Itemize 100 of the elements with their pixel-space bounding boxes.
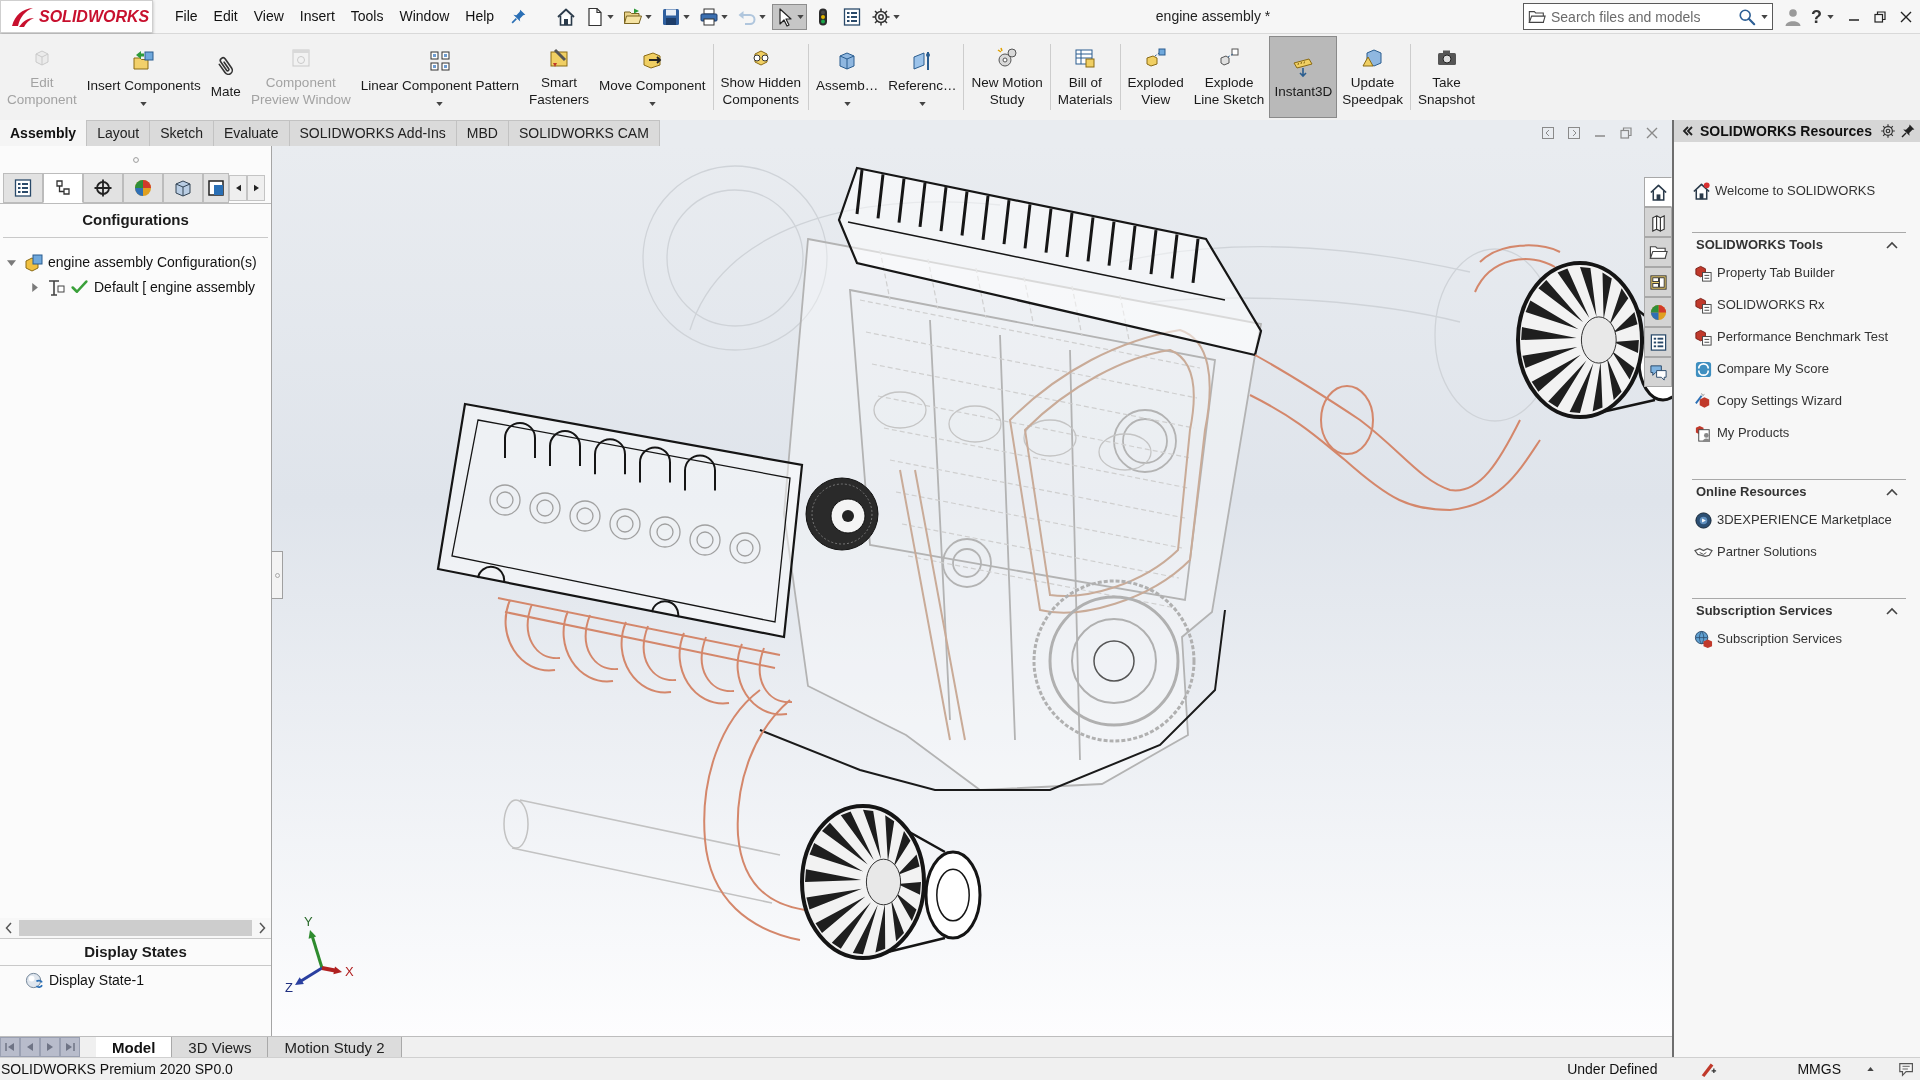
settings-icon [871,6,892,27]
scrollbar-thumb[interactable] [19,920,252,936]
panel-tab[interactable] [83,173,123,203]
bottom-tab[interactable]: 3D Views [172,1037,269,1057]
menu-item[interactable]: Help [457,3,503,30]
help-button[interactable]: ? [1811,7,1822,26]
tile-left-icon[interactable] [1542,127,1554,139]
list-icon [1648,332,1668,352]
resource-link[interactable]: SOLIDWORKS Rx [1717,295,1825,315]
caret-down-icon [645,14,653,19]
welcome-link[interactable]: Welcome to SOLIDWORKS [1715,181,1876,201]
toolbar-button[interactable]: Smart Fasteners [524,36,595,118]
resource-link[interactable]: My Products [1717,423,1790,443]
axis-label: X [345,964,354,979]
caret-up-icon[interactable] [1886,488,1898,496]
double-chevron-icon[interactable] [1682,125,1694,137]
toolbar-button[interactable]: Explode Line Sketch [1188,36,1270,118]
task-pane-tab[interactable] [1644,327,1672,357]
settings-icon[interactable] [1880,123,1896,139]
user-icon[interactable] [1783,6,1803,27]
toolbar-button[interactable]: Update Speedpak [1337,36,1408,118]
toolbar-button[interactable]: Take Snapshot [1413,36,1481,118]
task-pane-tab[interactable] [1644,267,1672,297]
menu-item[interactable]: View [245,3,292,30]
pin-icon[interactable] [1900,123,1916,139]
toolbar-button[interactable]: Insert Components [81,36,206,118]
caret-up-icon[interactable] [1886,607,1898,615]
ribbon-tab[interactable]: SOLIDWORKS Add-Ins [289,120,457,146]
tree-item[interactable]: Display State-1 [49,969,144,991]
configuration-icon [47,277,67,298]
gears-icon [995,46,1020,70]
caret-up-icon[interactable] [1886,241,1898,249]
toolbar-button[interactable]: Mate [205,36,246,118]
chat-icon[interactable] [1898,1060,1916,1078]
task-pane-tab[interactable] [1644,357,1672,387]
task-pane-tab[interactable] [1644,177,1672,207]
ribbon-tab[interactable]: Assembly [0,120,88,146]
tree-item[interactable]: Default [ engine assembly [94,277,256,298]
logo-badge[interactable]: SOLIDWORKS [0,0,153,33]
caret-down-icon[interactable] [7,258,16,267]
panel-collapse-handle[interactable] [272,551,283,599]
tile-right-icon[interactable] [1568,127,1580,139]
ribbon-tab[interactable]: Layout [87,120,151,146]
scroll-right-button[interactable] [247,175,265,201]
panel-tab[interactable] [43,173,83,203]
ribbon-tab[interactable]: Sketch [150,120,214,146]
task-pane-tab[interactable] [1644,237,1672,267]
caret-down-icon[interactable] [1827,14,1834,19]
resource-link[interactable]: Copy Settings Wizard [1717,391,1842,411]
restore-icon[interactable] [1874,10,1886,23]
toolbar-button[interactable]: Referenc… [883,36,962,118]
chevron-left-icon[interactable] [5,922,13,934]
toolbar-button[interactable]: Move Component [594,36,711,118]
parts-icon [24,252,44,273]
search-icon[interactable] [1738,7,1756,26]
resource-link[interactable]: 3DEXPERIENCE Marketplace [1717,510,1892,530]
resource-link[interactable]: Compare My Score [1717,359,1829,379]
caret-down-icon [893,14,901,19]
toolbar-button[interactable]: Instant3D [1269,36,1338,118]
tree-item[interactable]: engine assembly Configuration(s) [48,252,257,273]
menu-item[interactable]: Insert [291,3,343,30]
close-icon[interactable] [1900,10,1912,23]
resource-link[interactable]: Property Tab Builder [1717,263,1835,283]
status-text: SOLIDWORKS Premium 2020 SP0.0 [0,1059,233,1079]
search-field[interactable]: Search files and models [1551,5,1733,28]
search-box[interactable]: Search files and models [1523,3,1773,30]
menu-item[interactable]: File [167,3,206,30]
pin-icon[interactable] [510,8,528,25]
ribbon-tab[interactable]: SOLIDWORKS CAM [508,120,660,146]
panel-tab[interactable] [203,173,229,203]
caret-up-icon[interactable] [1867,1067,1874,1071]
toolbar-button[interactable]: Exploded View [1122,36,1189,118]
chevron-right-icon[interactable] [258,922,266,934]
toolbar-button[interactable] [772,3,808,30]
task-pane-tab[interactable] [1644,207,1672,237]
toolbar-button[interactable]: Linear Component Pattern [355,36,524,118]
units-label[interactable]: MMGS [1797,1058,1841,1080]
toolbar-button[interactable]: Bill of Materials [1052,36,1118,118]
horizontal-scrollbar[interactable] [0,918,271,938]
toolbar-button[interactable]: New Motion Study [966,36,1048,118]
toolbar-button[interactable]: Assemb… [810,36,884,118]
resource-link[interactable]: Performance Benchmark Test [1717,327,1888,347]
panel-tab[interactable] [3,173,43,203]
resource-link[interactable]: Partner Solutions [1717,542,1817,562]
grip-dot-icon[interactable] [132,157,139,163]
menu-item[interactable]: Edit [205,3,246,30]
ribbon-tab[interactable]: MBD [456,120,509,146]
bottom-tab[interactable]: Motion Study 2 [268,1037,402,1057]
menu-item[interactable]: Tools [342,3,392,30]
x-axis-arrow [321,966,342,975]
panel-title: SOLIDWORKS Resources [1700,121,1872,141]
scroll-left-button[interactable] [229,175,247,201]
menu-item[interactable]: Window [391,3,458,30]
resource-link[interactable]: Subscription Services [1717,629,1842,649]
caret-right-icon[interactable] [30,283,39,292]
bottom-tab[interactable]: Model [96,1037,173,1057]
caret-down-icon[interactable] [1761,14,1768,19]
ribbon-tab[interactable]: Evaluate [214,120,290,146]
toolbar-button[interactable]: Show Hidden Components [715,36,806,118]
sphere-icon [25,970,44,990]
